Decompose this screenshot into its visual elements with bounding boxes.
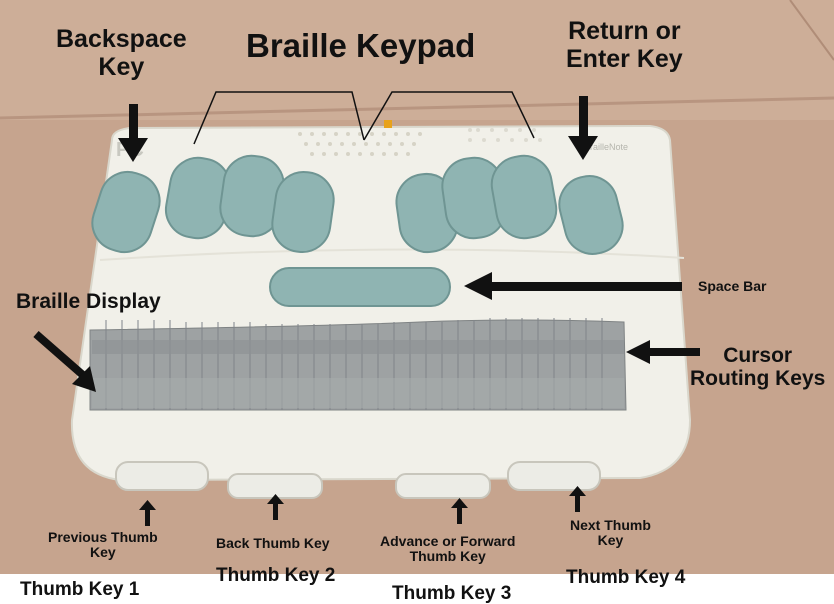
thumb-key-1 <box>115 461 209 491</box>
braille-display-label: Braille Display <box>16 290 161 313</box>
space-bar-label: Space Bar <box>698 278 767 294</box>
diagram-title: Braille Keypad <box>246 27 476 64</box>
cursor-routing-keys-label: Cursor Routing Keys <box>690 344 826 391</box>
space-bar-key <box>269 267 451 307</box>
svg-text:BrailleNote: BrailleNote <box>584 142 628 152</box>
next-thumb-key-label: Next Thumb Key <box>570 517 651 549</box>
backspace-key-label: Backspace Key <box>56 25 187 81</box>
thumb-key-3-caption: Thumb Key 3 <box>392 583 512 604</box>
back-thumb-key-label: Back Thumb Key <box>216 535 330 551</box>
thumb-key-3 <box>395 473 491 499</box>
status-led <box>384 120 392 128</box>
thumb-key-2 <box>227 473 323 499</box>
thumb-key-2-caption: Thumb Key 2 <box>216 565 336 586</box>
braille-display <box>89 318 627 411</box>
diagram-stage: PC BrailleNote Braille Keypad Backspace … <box>0 0 834 604</box>
advance-thumb-key-label: Advance or Forward Thumb Key <box>380 533 516 565</box>
previous-thumb-key-label: Previous Thumb Key <box>48 529 158 561</box>
thumb-key-4-caption: Thumb Key 4 <box>566 567 686 588</box>
thumb-key-4 <box>507 461 601 491</box>
thumb-key-1-caption: Thumb Key 1 <box>20 579 140 600</box>
svg-text:PC: PC <box>116 139 144 161</box>
return-key-label: Return or Enter Key <box>566 17 683 73</box>
